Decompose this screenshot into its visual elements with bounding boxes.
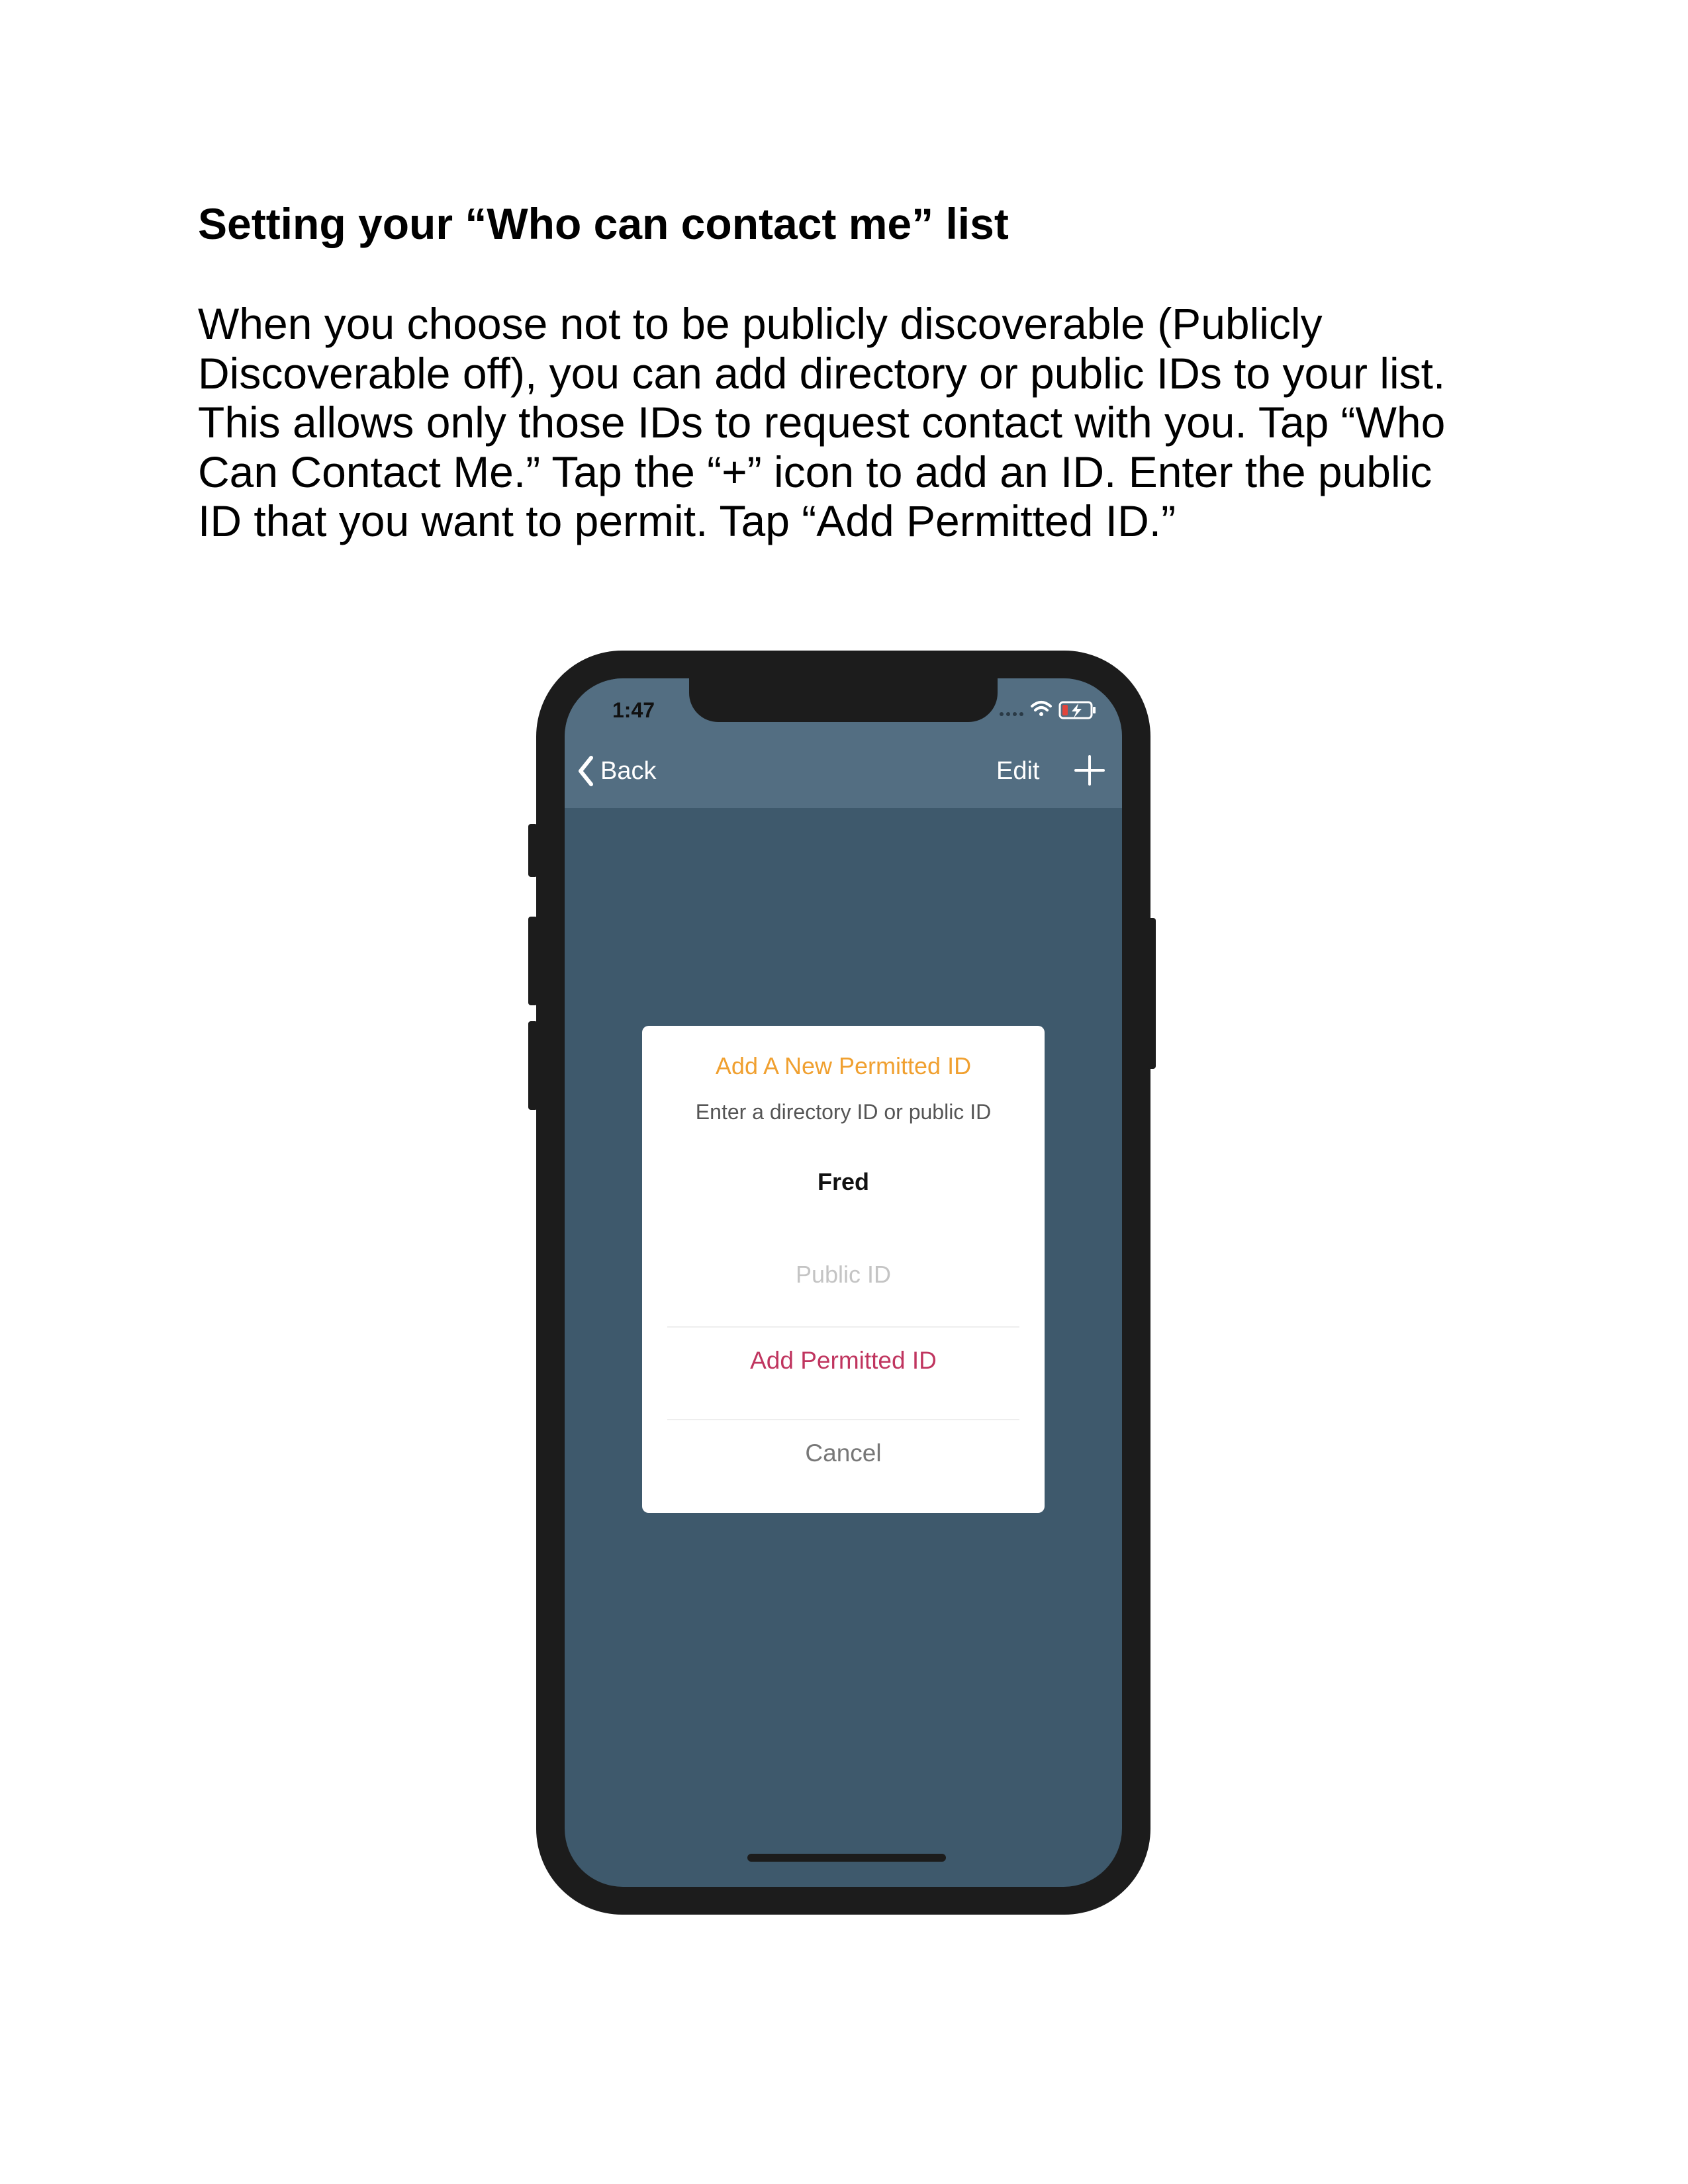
volume-down-button bbox=[528, 1021, 538, 1110]
back-label: Back bbox=[600, 756, 657, 785]
body-line: This allows only those IDs to request co… bbox=[198, 398, 1446, 447]
add-permitted-id-button[interactable]: Add Permitted ID bbox=[667, 1328, 1019, 1394]
edit-button[interactable]: Edit bbox=[996, 752, 1039, 790]
phone-mockup: 1:47 Back Edit Add A New Permitted ID En… bbox=[528, 651, 1156, 1915]
volume-up-button bbox=[528, 917, 538, 1005]
dialog-title: Add A New Permitted ID bbox=[715, 1052, 972, 1079]
notch bbox=[689, 678, 998, 722]
battery-charging-icon bbox=[1058, 701, 1096, 719]
body-line: When you choose not to be publicly disco… bbox=[198, 299, 1323, 348]
status-time: 1:47 bbox=[612, 698, 655, 722]
plus-icon bbox=[1074, 755, 1105, 786]
chevron-left-icon bbox=[579, 756, 593, 786]
add-button[interactable] bbox=[1073, 754, 1106, 787]
signal-dots-icon bbox=[1000, 712, 1023, 716]
add-permitted-id-dialog: Add A New Permitted ID Enter a directory… bbox=[642, 1026, 1045, 1513]
home-indicator[interactable] bbox=[747, 1854, 946, 1862]
body-line: ID that you want to permit. Tap “Add Per… bbox=[198, 496, 1176, 545]
status-icons bbox=[996, 698, 1102, 721]
document-title: Setting your “Who can contact me” list bbox=[198, 199, 1009, 248]
back-button[interactable]: Back bbox=[577, 752, 656, 790]
cancel-button[interactable]: Cancel bbox=[667, 1420, 1019, 1486]
document-body: When you choose not to be publicly disco… bbox=[198, 299, 1562, 546]
mute-switch bbox=[528, 824, 538, 877]
body-line: Can Contact Me.” Tap the “+” icon to add… bbox=[198, 447, 1432, 496]
power-button bbox=[1147, 918, 1156, 1069]
name-input[interactable] bbox=[669, 1162, 1018, 1202]
dialog-message: Enter a directory ID or public ID bbox=[695, 1100, 992, 1124]
wifi-icon bbox=[1031, 701, 1052, 716]
public-id-input[interactable] bbox=[669, 1255, 1018, 1295]
phone-screen: 1:47 Back Edit Add A New Permitted ID En… bbox=[565, 678, 1122, 1887]
body-line: Discoverable off), you can add directory… bbox=[198, 348, 1446, 398]
nav-bar: 1:47 Back Edit bbox=[565, 678, 1122, 808]
